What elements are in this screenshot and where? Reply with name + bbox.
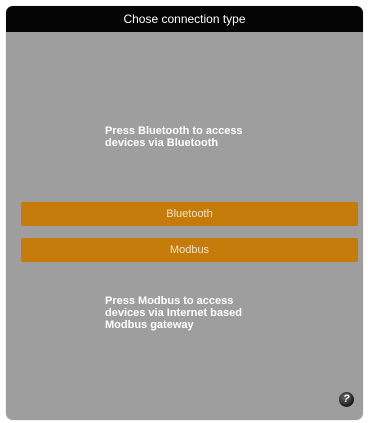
help-icon[interactable]: ?: [339, 392, 354, 407]
modbus-button[interactable]: Modbus: [21, 238, 358, 262]
bluetooth-description-line: Press Bluetooth to access: [105, 125, 243, 137]
dialog-title: Chose connection type: [6, 6, 363, 32]
modbus-description-line: devices via Internet based: [105, 307, 242, 319]
bluetooth-button[interactable]: Bluetooth: [21, 202, 358, 226]
bluetooth-description: Press Bluetooth to access devices via Bl…: [105, 125, 305, 149]
modbus-description-line: Press Modbus to access: [105, 295, 234, 307]
modbus-description-line: Modbus gateway: [105, 319, 194, 331]
connection-type-dialog: Chose connection type Press Bluetooth to…: [6, 6, 363, 420]
modbus-description: Press Modbus to access devices via Inter…: [105, 295, 305, 331]
bluetooth-description-line: devices via Bluetooth: [105, 137, 219, 149]
